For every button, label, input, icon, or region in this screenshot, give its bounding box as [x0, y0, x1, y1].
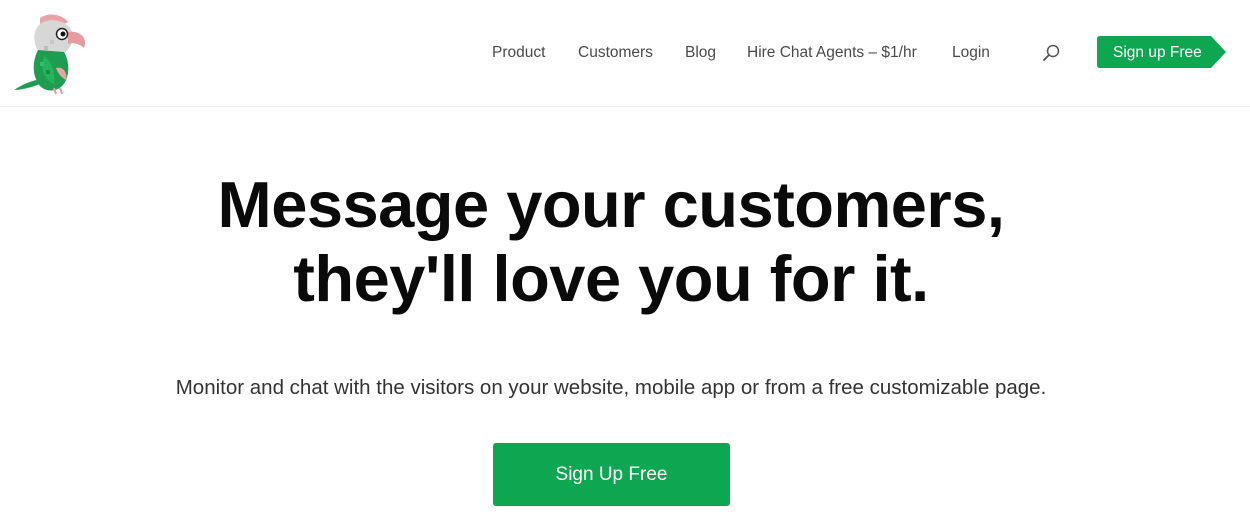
parrot-logo-icon[interactable]: [10, 10, 92, 96]
hero-subtitle: Monitor and chat with the visitors on yo…: [175, 376, 1047, 399]
nav-item-product[interactable]: Product: [492, 44, 545, 62]
search-icon[interactable]: [1041, 43, 1061, 63]
nav-signup-label: Sign up Free: [1113, 44, 1202, 61]
site-header: Product Customers Blog Hire Chat Agents …: [0, 0, 1250, 107]
hero-title-line-1: Message your customers,: [217, 168, 1005, 241]
hero-signup-button[interactable]: Sign Up Free: [493, 443, 730, 506]
nav-item-customers[interactable]: Customers: [578, 44, 653, 62]
nav-item-hire-chat-agents[interactable]: Hire Chat Agents – $1/hr: [747, 44, 917, 62]
nav-item-login[interactable]: Login: [952, 44, 990, 62]
nav-signup-button[interactable]: Sign up Free: [1097, 36, 1227, 68]
hero-title-line-2: they'll love you for it.: [293, 242, 929, 315]
hero-signup-label: Sign Up Free: [555, 463, 668, 485]
nav-item-blog[interactable]: Blog: [685, 44, 716, 62]
hero-title: Message your customers, they'll love you…: [0, 168, 1222, 316]
